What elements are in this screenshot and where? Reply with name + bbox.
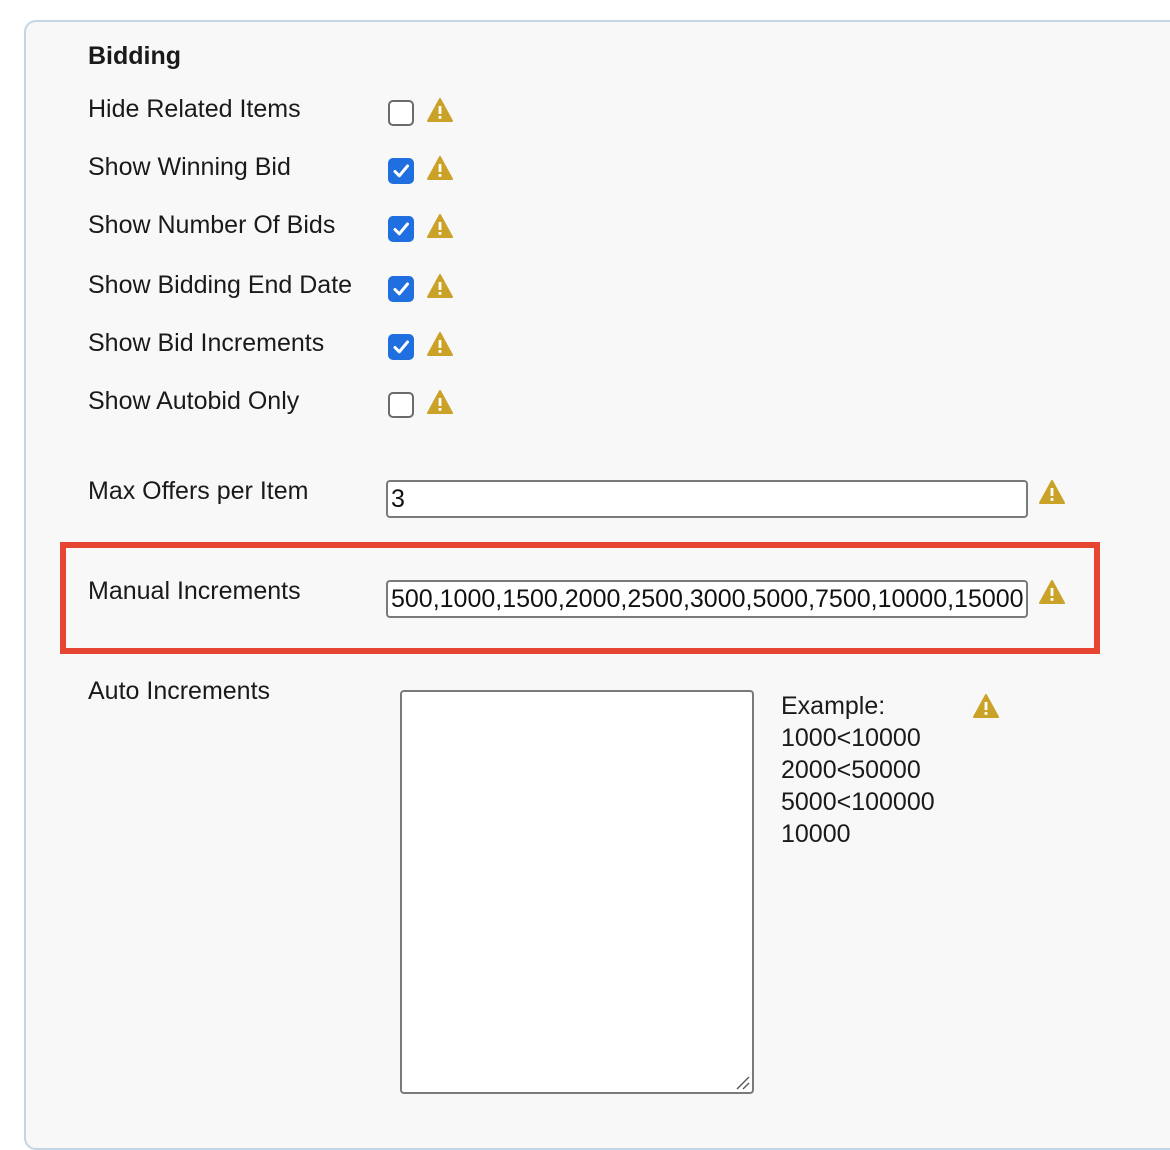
warning-triangle-icon[interactable] [1039, 480, 1065, 504]
checkmark-icon [393, 340, 409, 354]
section-title: Bidding [88, 42, 182, 70]
label-show-winning-bid: Show Winning Bid [88, 153, 291, 181]
example-heading: Example: [781, 692, 886, 720]
example-line: 5000<100000 [781, 788, 935, 816]
auto-increments-textarea[interactable] [400, 690, 754, 1094]
label-max-offers-per-item: Max Offers per Item [88, 477, 309, 505]
checkmark-icon [393, 222, 409, 236]
example-block: Example: 1000<10000 2000<50000 5000<1000… [781, 690, 935, 850]
checkbox-show-bid-increments[interactable] [388, 334, 414, 360]
checkbox-show-winning-bid[interactable] [388, 158, 414, 184]
warning-triangle-icon[interactable] [427, 214, 453, 238]
manual-increments-input[interactable] [386, 580, 1028, 618]
warning-triangle-icon[interactable] [427, 156, 453, 180]
example-line: 1000<10000 [781, 724, 921, 752]
example-line: 2000<50000 [781, 756, 921, 784]
warning-triangle-icon[interactable] [427, 274, 453, 298]
warning-triangle-icon[interactable] [427, 332, 453, 356]
checkbox-hide-related-items[interactable] [388, 100, 414, 126]
warning-triangle-icon[interactable] [1039, 580, 1065, 604]
label-show-autobid-only: Show Autobid Only [88, 387, 300, 415]
checkmark-icon [393, 164, 409, 178]
max-offers-input[interactable] [386, 480, 1028, 518]
warning-triangle-icon[interactable] [427, 390, 453, 414]
warning-triangle-icon[interactable] [427, 98, 453, 122]
label-show-number-of-bids: Show Number Of Bids [88, 211, 336, 239]
resize-grip-icon[interactable] [734, 1074, 750, 1090]
checkbox-show-number-of-bids[interactable] [388, 216, 414, 242]
checkbox-show-autobid-only[interactable] [388, 392, 414, 418]
checkmark-icon [393, 282, 409, 296]
warning-triangle-icon[interactable] [973, 694, 999, 718]
label-manual-increments: Manual Increments [88, 577, 301, 605]
label-show-bidding-end-date: Show Bidding End Date [88, 271, 353, 299]
checkbox-show-bidding-end-date[interactable] [388, 276, 414, 302]
label-auto-increments: Auto Increments [88, 677, 271, 705]
example-line: 10000 [781, 820, 851, 848]
label-show-bid-increments: Show Bid Increments [88, 329, 325, 357]
label-hide-related-items: Hide Related Items [88, 95, 301, 123]
